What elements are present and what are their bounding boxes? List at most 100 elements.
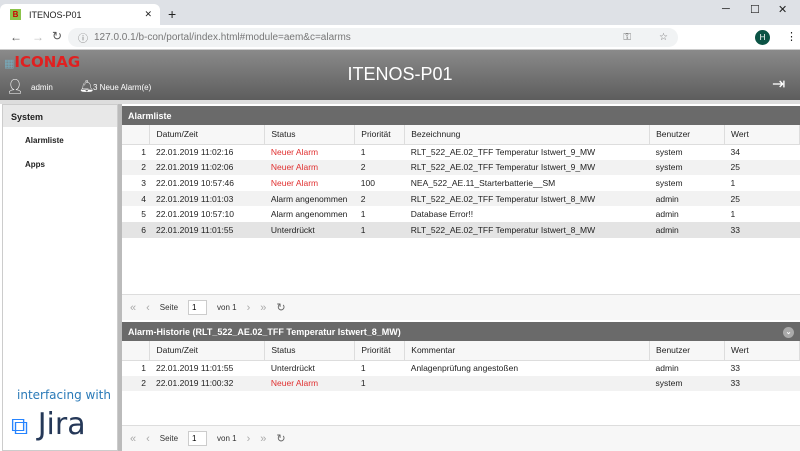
column-header[interactable]: Status [264,341,356,361]
table-row[interactable]: 1 22.01.2019 11:02:16 Neuer Alarm 1 RLT_522_… [122,144,800,160]
table-cell: system [655,177,683,188]
table-cell: 22.01.2019 11:01:03 [149,190,265,207]
star-icon[interactable]: ☆ [659,32,668,43]
panel-title: Alarm-Historie (RLT_522_AE.02_TFF Temper… [128,327,401,337]
table-cell: 33 [724,221,800,238]
table-cell: 1 [730,177,736,188]
table-cell: RLT_522_AE.02_TFF Temperatur Istwert_9_M… [404,159,650,176]
table-cell: 2 [122,159,150,176]
new-tab-icon[interactable]: + [168,6,176,22]
table-cell: NEA_522_AE.11_Starterbatterie__SM [410,177,556,188]
table-cell: system [649,159,725,176]
first-page-icon[interactable]: « [130,302,136,314]
table-row[interactable]: 5 22.01.2019 10:57:10 Alarm angenommen 1 Dat… [122,206,800,222]
table-cell: 22.01.2019 11:02:16 [155,147,234,158]
column-header[interactable]: Kommentar [404,341,651,361]
table-cell: Neuer Alarm [270,177,319,188]
page-input[interactable] [188,300,208,315]
table-cell: admin [649,190,725,207]
table-cell: 3 [141,177,146,188]
column-header[interactable]: Bezeichnung [404,125,651,145]
table-cell: 22.01.2019 11:02:06 [149,159,265,176]
table-cell: RLT_522_AE.02_TFF Temperatur Istwert_8_M… [404,221,650,238]
sidebar-item-alarmliste[interactable]: Alarmliste [3,127,117,151]
table-cell: 1 [360,209,366,220]
table-cell: Anlagenprüfung angestoßen [410,363,519,374]
menu-icon[interactable]: ⋮ [786,30,797,43]
column-header[interactable]: Benutzer [649,125,726,145]
table-cell: Neuer Alarm [264,159,355,176]
column-header[interactable] [122,125,151,145]
table-cell: 22.01.2019 11:00:32 [149,375,265,392]
sidebar: System Alarmliste Apps interfacing with … [2,104,118,451]
minimize-icon[interactable]: ─ [722,3,730,15]
prev-page-icon[interactable]: ‹ [146,433,150,445]
pager: « ‹ Seite von 1 › » ↻ [122,294,800,320]
last-page-icon[interactable]: » [260,302,266,314]
browser-tab[interactable]: B ITENOS-P01 ✕ [0,4,160,25]
table-cell: 2 [354,159,405,176]
table-cell: admin [655,209,679,220]
table-cell: 2 [122,375,150,392]
table-cell: 1 [730,209,736,220]
page-input[interactable] [188,431,208,446]
table-row[interactable]: 6 22.01.2019 11:01:55 Unterdrückt 1 RLT_522_… [122,221,800,238]
table-cell: 22.01.2019 10:57:46 [155,177,234,188]
column-header[interactable]: Wert [724,341,800,361]
column-header[interactable]: Benutzer [649,341,725,361]
page-title: ITENOS-P01 [347,64,453,84]
column-header[interactable]: Priorität [354,341,406,361]
column-header[interactable]: Wert [724,125,800,145]
column-header[interactable]: Priorität [354,125,406,145]
table-row[interactable]: 1 22.01.2019 11:01:55 Unterdrückt 1 Anlagenp… [122,360,800,376]
next-page-icon[interactable]: › [247,433,251,445]
maximize-icon[interactable]: ☐ [750,3,760,16]
table-row[interactable]: 2 22.01.2019 11:00:32 Neuer Alarm 1 system 33 [122,375,800,392]
page-count: von 1 [217,434,237,443]
table-cell: 1 [141,363,146,374]
reload-icon[interactable]: ↻ [52,29,62,43]
forward-icon[interactable]: → [32,30,44,44]
close-tab-icon[interactable]: ✕ [144,9,152,20]
table-cell [404,375,650,392]
jira-logo: ⧉ Jira [11,407,86,442]
tab-title: ITENOS-P01 [29,9,82,20]
info-icon: ⓘ [78,34,88,45]
app-header: ▦ICONAG 👤︎ admin 🔔︎ 3 Neue Alarm(e) ITEN… [0,50,800,100]
table-cell: 1 [354,221,405,238]
next-page-icon[interactable]: › [247,302,251,314]
close-window-icon[interactable]: ✕ [778,3,787,16]
refresh-icon[interactable]: ↻ [276,301,285,314]
column-header[interactable]: Datum/Zeit [149,125,266,145]
logout-icon[interactable]: ⇥ [772,74,785,94]
table-row[interactable]: 4 22.01.2019 11:01:03 Alarm angenommen 2 RLT… [122,190,800,207]
panel-title: Alarmliste [122,106,800,125]
collapse-icon[interactable]: ⌄ [783,327,794,338]
column-header[interactable] [122,341,151,361]
table-cell: 33 [724,375,800,392]
column-header[interactable]: Status [264,125,356,145]
first-page-icon[interactable]: « [130,433,136,445]
sidebar-section-system[interactable]: System [3,105,117,127]
url-input[interactable]: ⓘ 127.0.0.1/b-con/portal/index.html#modul… [68,28,678,47]
refresh-icon[interactable]: ↻ [276,432,285,445]
alarm-table: Datum/Zeit Status Priorität Bezeichnung Benu… [122,125,800,238]
table-cell: Database Error!! [410,209,474,220]
last-page-icon[interactable]: » [260,433,266,445]
table-cell: RLT_522_AE.02_TFF Temperatur Istwert_8_M… [404,190,650,207]
back-icon[interactable]: ← [10,30,22,44]
favicon-icon: B [10,9,21,20]
table-cell: RLT_522_AE.02_TFF Temperatur Istwert_9_M… [410,147,596,158]
profile-avatar[interactable]: H [755,30,770,45]
table-cell: 1 [360,363,366,374]
key-icon[interactable]: ⚿ [623,32,631,43]
prev-page-icon[interactable]: ‹ [146,302,150,314]
table-row[interactable]: 3 22.01.2019 10:57:46 Neuer Alarm 100 NEA_52… [122,175,800,191]
page-label: Seite [159,434,179,443]
column-header[interactable]: Datum/Zeit [149,341,266,361]
sidebar-item-apps[interactable]: Apps [3,151,117,175]
table-row[interactable]: 2 22.01.2019 11:02:06 Neuer Alarm 2 RLT_522_… [122,159,800,176]
table-cell: Alarm angenommen [264,190,355,207]
table-cell: 6 [122,221,150,238]
table-cell: 4 [122,190,150,207]
